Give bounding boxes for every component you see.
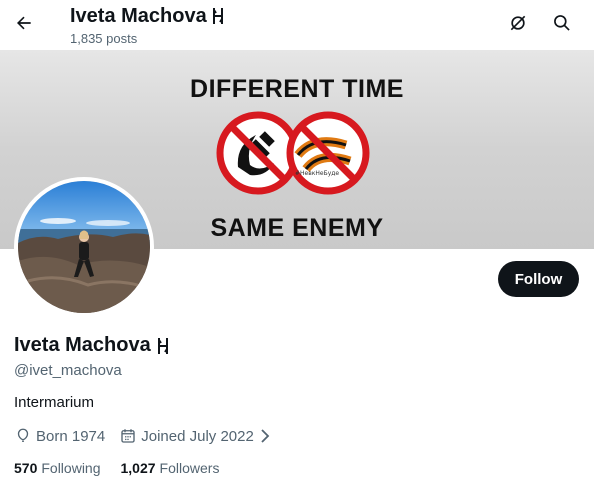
wolfsangel-badge-icon (157, 337, 168, 354)
profile-name-text: Iveta Machova (14, 334, 151, 356)
ribbon-hashtag: #НевкНеБуде (295, 170, 339, 177)
followers-link[interactable]: 1,027 Followers (121, 460, 220, 476)
profile-name: Iveta Machova (14, 334, 170, 357)
following-link[interactable]: 570 Following (14, 460, 101, 476)
profile-meta: Born 1974 Joined July 2022 (14, 427, 272, 445)
joined-text: Joined July 2022 (141, 427, 254, 445)
header-title: Iveta Machova (70, 4, 225, 28)
search-icon (554, 15, 570, 31)
header-name: Iveta Machova (70, 5, 207, 27)
chevron-right-icon (261, 429, 270, 443)
profile-handle: @ivet_machova (14, 362, 122, 379)
grok-icon (510, 15, 526, 31)
joined-info[interactable]: Joined July 2022 (119, 427, 272, 445)
post-count: 1,835 posts (70, 31, 138, 46)
calendar-icon (121, 429, 135, 443)
arrow-left-icon (17, 16, 31, 30)
grok-button[interactable] (505, 10, 531, 36)
follow-button[interactable]: Follow (498, 261, 579, 297)
profile-bio: Intermarium (14, 394, 95, 411)
avatar-photo (18, 181, 150, 313)
followers-label: Followers (159, 460, 220, 476)
top-bar: Iveta Machova 1,835 posts (0, 0, 594, 50)
banner-prohibition-symbols: #НевкНеБуде (216, 111, 370, 195)
born-text: Born 1974 (36, 427, 106, 445)
banner-text-top: DIFFERENT TIME (190, 75, 404, 103)
followers-count: 1,027 (120, 460, 156, 476)
following-label: Following (41, 460, 101, 476)
birth-info: Born 1974 (14, 427, 105, 445)
back-button[interactable] (10, 9, 38, 37)
search-button[interactable] (549, 10, 575, 36)
wolfsangel-badge-icon (212, 8, 223, 24)
balloon-icon (17, 428, 29, 442)
following-count: 570 (14, 460, 38, 476)
profile-avatar[interactable] (14, 177, 154, 317)
follow-stats: 570 Following 1,027 Followers (14, 460, 219, 476)
